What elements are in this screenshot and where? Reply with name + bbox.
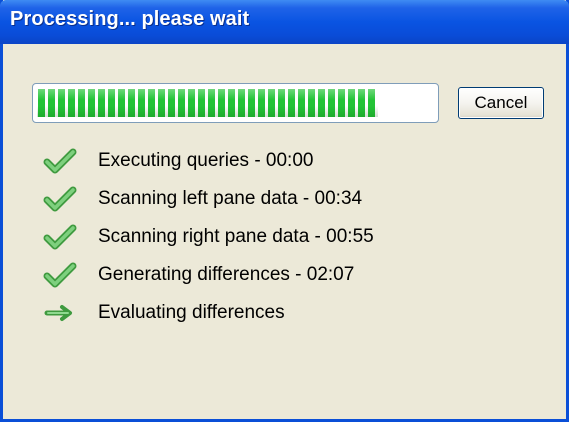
step-label: Evaluating differences: [98, 302, 285, 323]
step-item: Scanning right pane data - 00:55: [43, 218, 374, 256]
title-bar[interactable]: Processing... please wait: [0, 0, 569, 44]
progress-bar: [32, 83, 439, 123]
checkmark-icon: [43, 184, 79, 214]
step-item: Generating differences - 02:07: [43, 256, 354, 294]
step-label: Scanning right pane data - 00:55: [98, 226, 374, 247]
processing-dialog: Processing... please wait Cancel Executi…: [0, 0, 569, 422]
step-item-current: Evaluating differences: [43, 294, 285, 332]
checkmark-icon: [43, 146, 79, 176]
checkmark-icon: [43, 260, 79, 290]
checkmark-icon: [43, 222, 79, 252]
arrow-right-icon: [43, 298, 79, 328]
step-label: Executing queries - 00:00: [98, 150, 314, 171]
cancel-button[interactable]: Cancel: [458, 87, 544, 119]
progress-fill: [37, 89, 379, 117]
step-item: Executing queries - 00:00: [43, 142, 313, 180]
step-label: Generating differences - 02:07: [98, 264, 355, 285]
step-list: Executing queries - 00:00 Scanning left …: [43, 142, 374, 332]
window-title: Processing... please wait: [10, 8, 250, 30]
step-item: Scanning left pane data - 00:34: [43, 180, 362, 218]
step-label: Scanning left pane data - 00:34: [98, 188, 363, 209]
progress-track: [37, 89, 434, 117]
